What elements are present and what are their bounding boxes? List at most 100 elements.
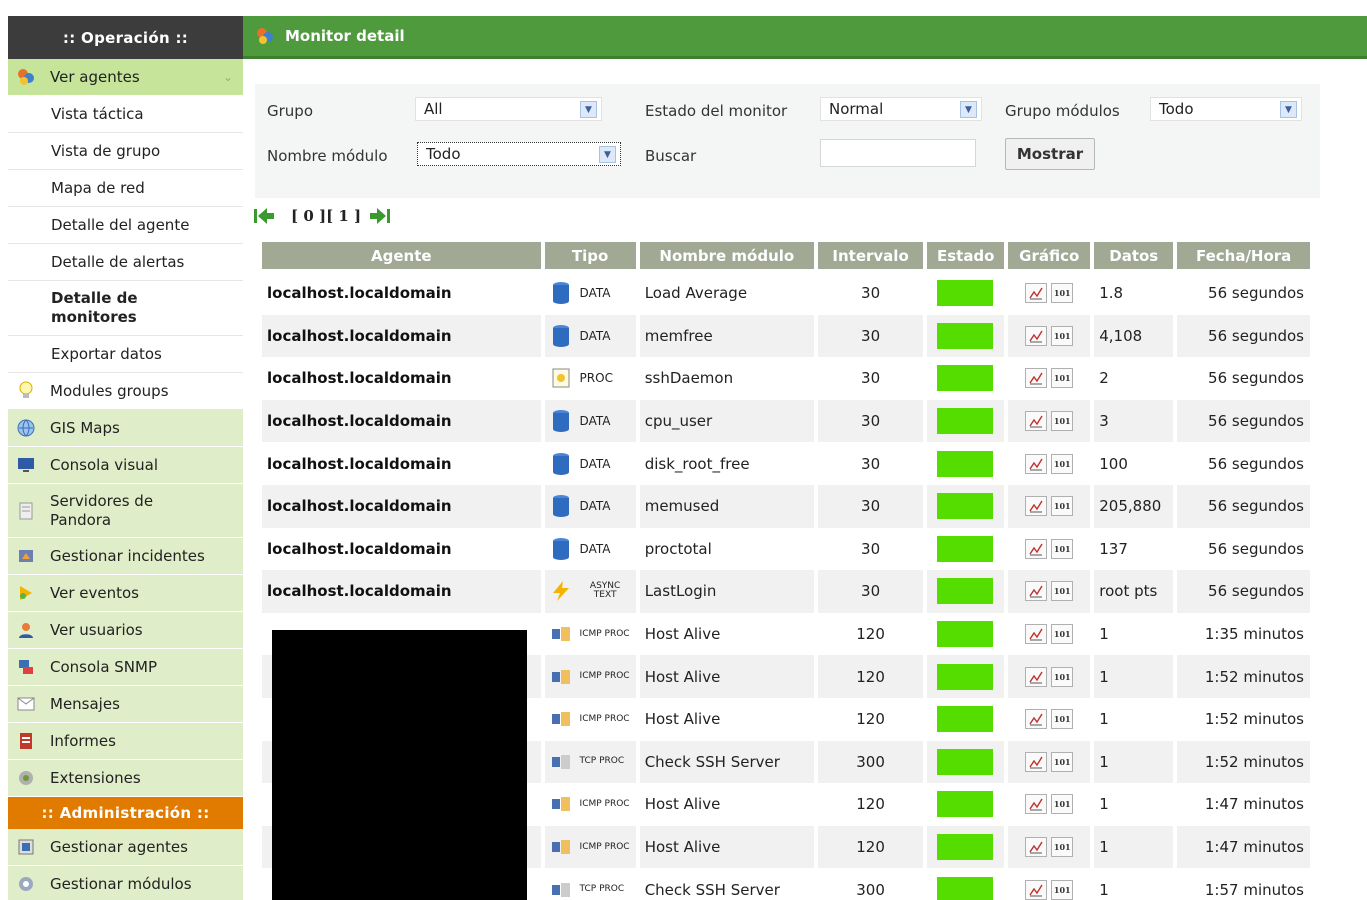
graph-icon[interactable] xyxy=(1025,751,1048,772)
module-data: 1 xyxy=(1094,740,1174,784)
col-agente[interactable]: Agente xyxy=(262,242,541,272)
agent-name[interactable]: localhost.localdomain xyxy=(262,442,541,485)
graph-icon[interactable] xyxy=(1025,283,1048,304)
module-name: Host Alive xyxy=(639,825,814,869)
raw-data-icon[interactable]: 101 xyxy=(1051,538,1074,559)
graph-icon[interactable] xyxy=(1025,496,1048,517)
raw-data-icon[interactable]: 101 xyxy=(1051,751,1074,772)
sidebar-item-gestionar-incidentes[interactable]: Gestionar incidentes xyxy=(8,538,243,575)
page-numbers[interactable]: [ 0 ][ 1 ] xyxy=(291,207,361,225)
raw-data-icon[interactable]: 101 xyxy=(1051,496,1074,517)
col-fecha-hora[interactable]: Fecha/Hora xyxy=(1177,242,1310,272)
page-title: Monitor detail xyxy=(285,27,405,45)
module-type: ICMP PROC xyxy=(544,655,636,698)
sidebar-item-ver-agentes[interactable]: Ver agentes ⌄ xyxy=(8,59,243,96)
buscar-input[interactable] xyxy=(820,139,976,167)
graph-icon[interactable] xyxy=(1025,453,1048,474)
icmp-proc-icon xyxy=(550,665,572,689)
agent-name[interactable]: localhost.localdomain xyxy=(262,527,541,571)
graph-icon[interactable] xyxy=(1025,538,1048,559)
module-type: DATA xyxy=(544,314,636,358)
module-graph: 101 xyxy=(1008,570,1091,613)
nombre-modulo-select[interactable]: Todo ▼ xyxy=(417,142,621,166)
graph-icon[interactable] xyxy=(1025,666,1048,687)
raw-data-icon[interactable]: 101 xyxy=(1051,666,1074,687)
module-status xyxy=(927,655,1005,698)
icmp-proc-icon xyxy=(550,835,572,859)
sidebar-item-consola-snmp[interactable]: Consola SNMP xyxy=(8,649,243,686)
graph-icon[interactable] xyxy=(1025,411,1048,432)
col-nombre-modulo[interactable]: Nombre módulo xyxy=(639,242,814,272)
sidebar-sub-mapa-red[interactable]: Mapa de red xyxy=(8,170,243,207)
agent-name[interactable]: localhost.localdomain xyxy=(262,357,541,400)
grupo-modulos-select[interactable]: Todo ▼ xyxy=(1150,97,1302,121)
sidebar-item-gestionar-agentes[interactable]: Gestionar agentes xyxy=(8,829,243,866)
graph-icon[interactable] xyxy=(1025,624,1048,645)
sidebar-sub-detalle-agente[interactable]: Detalle del agente xyxy=(8,207,243,244)
sidebar-sub-detalle-monitores[interactable]: Detalle de monitores xyxy=(8,281,243,336)
raw-data-icon[interactable]: 101 xyxy=(1051,581,1074,602)
sidebar-sub-exportar[interactable]: Exportar datos xyxy=(8,336,243,373)
first-page-icon[interactable] xyxy=(253,205,275,227)
raw-data-icon[interactable]: 101 xyxy=(1051,624,1074,645)
sidebar-sub-detalle-alertas[interactable]: Detalle de alertas xyxy=(8,244,243,281)
sidebar-item-gis-maps[interactable]: GIS Maps xyxy=(8,410,243,447)
manage-modules-icon xyxy=(16,874,36,894)
module-interval: 30 xyxy=(817,272,924,315)
sidebar-item-label: Extensiones xyxy=(50,769,141,787)
mostrar-button[interactable]: Mostrar xyxy=(1005,138,1095,170)
module-name: sshDaemon xyxy=(639,357,814,400)
estado-monitor-select[interactable]: Normal ▼ xyxy=(820,97,982,121)
sidebar-item-label-line2: Pandora xyxy=(50,510,112,529)
sidebar-item-extensiones[interactable]: Extensiones xyxy=(8,760,243,797)
raw-data-icon[interactable]: 101 xyxy=(1051,453,1074,474)
raw-data-icon[interactable]: 101 xyxy=(1051,709,1074,730)
extensions-icon xyxy=(16,768,36,788)
agent-name[interactable]: localhost.localdomain xyxy=(262,399,541,443)
module-type: DATA xyxy=(544,399,636,443)
raw-data-icon[interactable]: 101 xyxy=(1051,325,1074,346)
sidebar-sub-vista-grupo[interactable]: Vista de grupo xyxy=(8,133,243,170)
module-graph: 101 xyxy=(1008,612,1091,656)
module-interval: 30 xyxy=(817,314,924,358)
grupo-select[interactable]: All ▼ xyxy=(415,97,602,121)
raw-data-icon[interactable]: 101 xyxy=(1051,794,1074,815)
graph-icon[interactable] xyxy=(1025,709,1048,730)
col-intervalo[interactable]: Intervalo xyxy=(817,242,924,272)
last-page-icon[interactable] xyxy=(369,205,391,227)
raw-data-icon[interactable]: 101 xyxy=(1051,879,1074,900)
raw-data-icon[interactable]: 101 xyxy=(1051,368,1074,389)
manage-agents-icon xyxy=(16,837,36,857)
raw-data-icon[interactable]: 101 xyxy=(1051,411,1074,432)
col-tipo[interactable]: Tipo xyxy=(544,242,636,272)
col-datos[interactable]: Datos xyxy=(1094,242,1174,272)
sidebar-item-ver-usuarios[interactable]: Ver usuarios xyxy=(8,612,243,649)
sidebar-item-modules-groups[interactable]: Modules groups xyxy=(8,373,243,410)
module-status xyxy=(927,357,1005,400)
sidebar-item-mensajes[interactable]: Mensajes xyxy=(8,686,243,723)
sidebar-item-gestionar-modulos[interactable]: Gestionar módulos xyxy=(8,866,243,900)
sidebar-item-servidores[interactable]: Servidores de Pandora xyxy=(8,484,243,538)
module-graph: 101 xyxy=(1008,442,1091,485)
module-data: 137 xyxy=(1094,527,1174,571)
table-row: localhost.localdomain PROC sshDaemon 30 101 2… xyxy=(262,357,1310,400)
agent-name[interactable]: localhost.localdomain xyxy=(262,570,541,613)
module-type: TCP PROC xyxy=(544,740,636,784)
module-type-label: DATA xyxy=(579,499,611,514)
graph-icon[interactable] xyxy=(1025,368,1048,389)
agent-name[interactable]: localhost.localdomain xyxy=(262,272,541,315)
sidebar-item-consola-visual[interactable]: Consola visual xyxy=(8,447,243,484)
col-estado[interactable]: Estado xyxy=(927,242,1005,272)
sidebar-item-ver-eventos[interactable]: Ver eventos xyxy=(8,575,243,612)
sidebar-sub-vista-tactica[interactable]: Vista táctica xyxy=(8,96,243,133)
sidebar-item-informes[interactable]: Informes xyxy=(8,723,243,760)
raw-data-icon[interactable]: 101 xyxy=(1051,283,1074,304)
graph-icon[interactable] xyxy=(1025,879,1048,900)
agent-name[interactable]: localhost.localdomain xyxy=(262,484,541,528)
graph-icon[interactable] xyxy=(1025,837,1048,858)
agent-name[interactable]: localhost.localdomain xyxy=(262,314,541,358)
graph-icon[interactable] xyxy=(1025,794,1048,815)
raw-data-icon[interactable]: 101 xyxy=(1051,837,1074,858)
graph-icon[interactable] xyxy=(1025,325,1048,346)
graph-icon[interactable] xyxy=(1025,581,1048,602)
